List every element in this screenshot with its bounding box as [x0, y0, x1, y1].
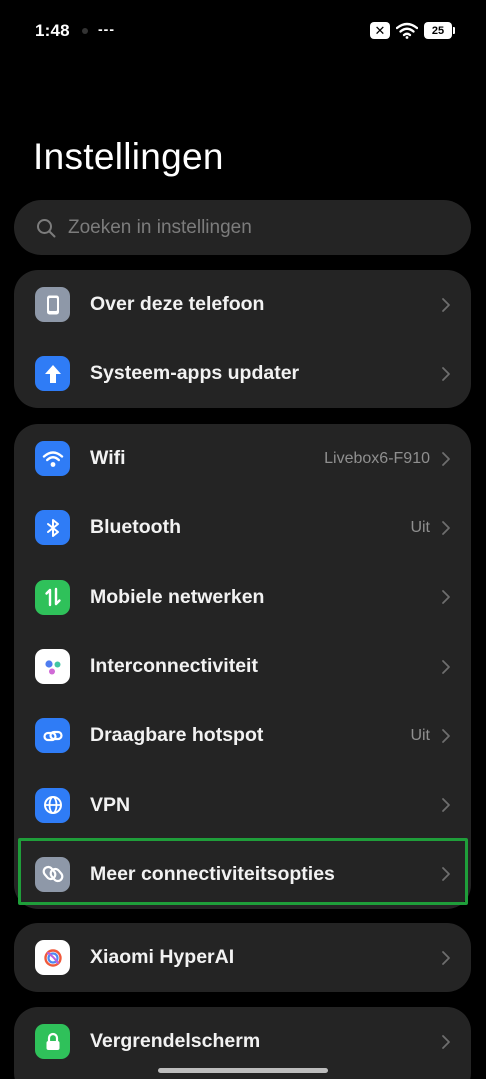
- settings-item-more-connectivity[interactable]: Meer connectiviteitsopties: [14, 840, 471, 909]
- settings-item-mobile-networks[interactable]: Mobiele netwerken: [14, 563, 471, 632]
- chevron-right-icon: [442, 1034, 450, 1049]
- battery-icon: 25: [424, 22, 455, 39]
- chevron-right-icon: [442, 590, 450, 605]
- settings-item-bluetooth[interactable]: Bluetooth Uit: [14, 493, 471, 562]
- page-title: Instellingen: [33, 136, 224, 177]
- settings-item-label: VPN: [90, 793, 131, 816]
- lock-icon: [35, 1024, 70, 1060]
- settings-item-label: Mobiele netwerken: [90, 585, 265, 608]
- settings-item-label: Wifi: [90, 447, 126, 470]
- chevron-right-icon: [442, 867, 450, 882]
- settings-item-value: Livebox6-F910: [324, 449, 430, 467]
- chevron-right-icon: [442, 297, 450, 312]
- settings-item-label: Meer connectiviteitsopties: [90, 862, 335, 885]
- settings-item-portable-hotspot[interactable]: Draagbare hotspot Uit: [14, 701, 471, 770]
- chevron-right-icon: [442, 659, 450, 674]
- settings-item-vpn[interactable]: VPN: [14, 770, 471, 839]
- settings-item-label: Interconnectiviteit: [90, 655, 258, 678]
- status-bar: 1:48 --- ✕ 25: [0, 0, 486, 64]
- settings-item-label: Over deze telefoon: [90, 293, 265, 316]
- settings-group-connectivity: Wifi Livebox6-F910 Bluetooth Uit Mobiele…: [14, 424, 471, 909]
- settings-item-system-apps-updater[interactable]: Systeem-apps updater: [14, 339, 471, 408]
- home-indicator[interactable]: [158, 1068, 328, 1073]
- settings-item-label: Bluetooth: [90, 516, 181, 539]
- bluetooth-icon: [35, 510, 70, 546]
- link-icon: [35, 856, 70, 892]
- settings-item-wifi[interactable]: Wifi Livebox6-F910: [14, 424, 471, 493]
- hotspot-icon: [35, 718, 70, 754]
- settings-item-label: Systeem-apps updater: [90, 362, 300, 385]
- status-icons: ✕ 25: [370, 22, 455, 39]
- search-placeholder: Zoeken in instellingen: [68, 216, 252, 238]
- hyperai-icon: [35, 940, 70, 976]
- chevron-right-icon: [442, 798, 450, 813]
- arrow-up-icon: [35, 356, 70, 392]
- settings-item-value: Uit: [410, 726, 430, 744]
- status-time: 1:48: [35, 21, 70, 40]
- phone-icon: [35, 287, 70, 323]
- no-sim-icon: ✕: [370, 22, 390, 39]
- settings-screen: 1:48 --- ✕ 25 Instellingen Zoeken in ins…: [0, 0, 486, 1079]
- settings-item-lock-screen[interactable]: Vergrendelscherm: [14, 1007, 471, 1076]
- chevron-right-icon: [442, 521, 450, 535]
- settings-item-about-phone[interactable]: Over deze telefoon: [14, 270, 471, 339]
- search-icon: [37, 218, 56, 237]
- wifi-icon: [35, 441, 70, 477]
- globe-icon: [35, 787, 70, 823]
- settings-item-value: Uit: [410, 518, 430, 536]
- notification-dot-icon: [82, 28, 88, 34]
- mobile-data-icon: [35, 579, 70, 615]
- settings-item-interconnectivity[interactable]: Interconnectiviteit: [14, 632, 471, 701]
- settings-item-label: Xiaomi HyperAI: [90, 946, 235, 969]
- settings-group-ai: Xiaomi HyperAI: [14, 923, 471, 992]
- settings-item-label: Vergrendelscherm: [90, 1030, 261, 1053]
- chevron-right-icon: [442, 950, 450, 965]
- settings-item-label: Draagbare hotspot: [90, 724, 264, 747]
- search-input[interactable]: Zoeken in instellingen: [14, 200, 471, 255]
- chevron-right-icon: [442, 451, 450, 466]
- chevron-right-icon: [442, 728, 450, 743]
- interconnect-icon: [35, 649, 70, 685]
- status-dashes: ---: [98, 21, 115, 37]
- chevron-right-icon: [442, 367, 450, 381]
- settings-group-device: Over deze telefoon Systeem-apps updater: [14, 270, 471, 408]
- wifi-status-icon: [396, 22, 418, 39]
- settings-item-xiaomi-hyperai[interactable]: Xiaomi HyperAI: [14, 923, 471, 992]
